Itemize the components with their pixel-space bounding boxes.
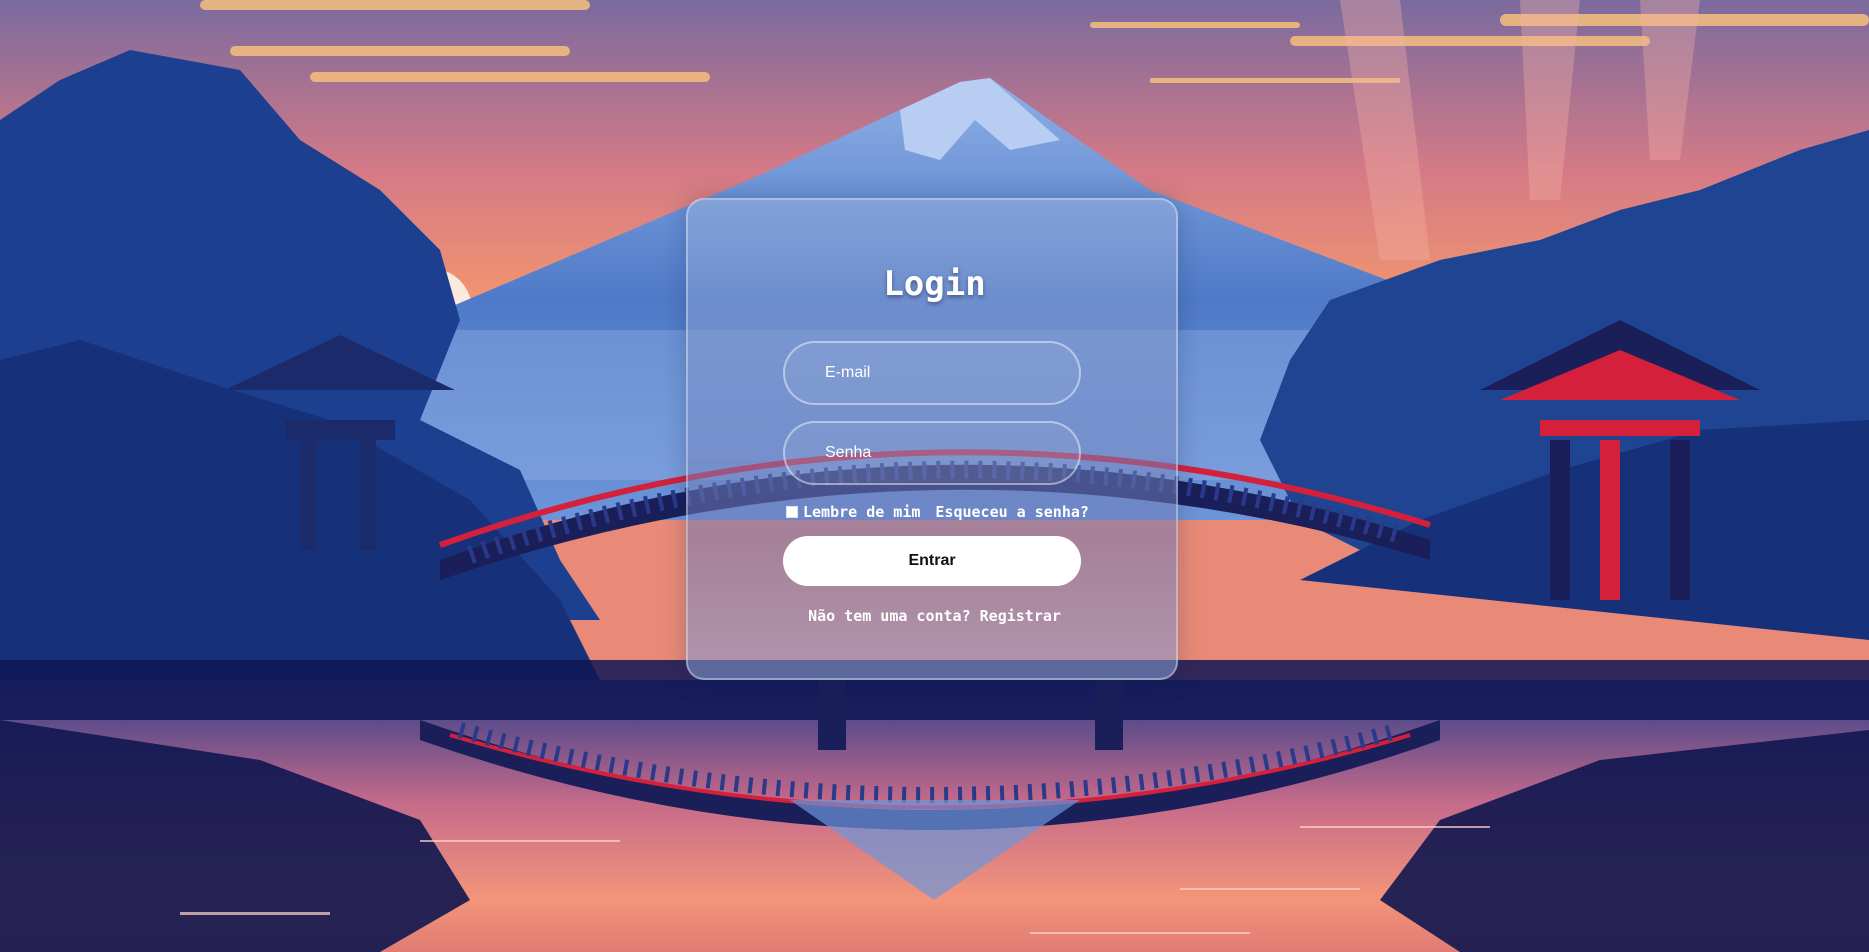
email-input[interactable] [785, 343, 1079, 403]
options-row: Lembre de mim Esqueceu a senha? [786, 502, 1089, 522]
email-field-wrapper [783, 341, 1081, 405]
remember-label[interactable]: Lembre de mim [803, 503, 920, 521]
password-input[interactable] [785, 423, 1079, 483]
password-field-wrapper [783, 421, 1081, 485]
forgot-password-link[interactable]: Esqueceu a senha? [935, 503, 1089, 521]
login-button[interactable]: Entrar [783, 536, 1081, 586]
remember-checkbox[interactable] [786, 506, 798, 518]
login-title: Login [883, 264, 986, 304]
register-prompt: Não tem uma conta? [808, 607, 971, 625]
register-link[interactable]: Registrar [980, 607, 1061, 625]
register-row: Não tem uma conta? Registrar [0, 607, 1869, 625]
